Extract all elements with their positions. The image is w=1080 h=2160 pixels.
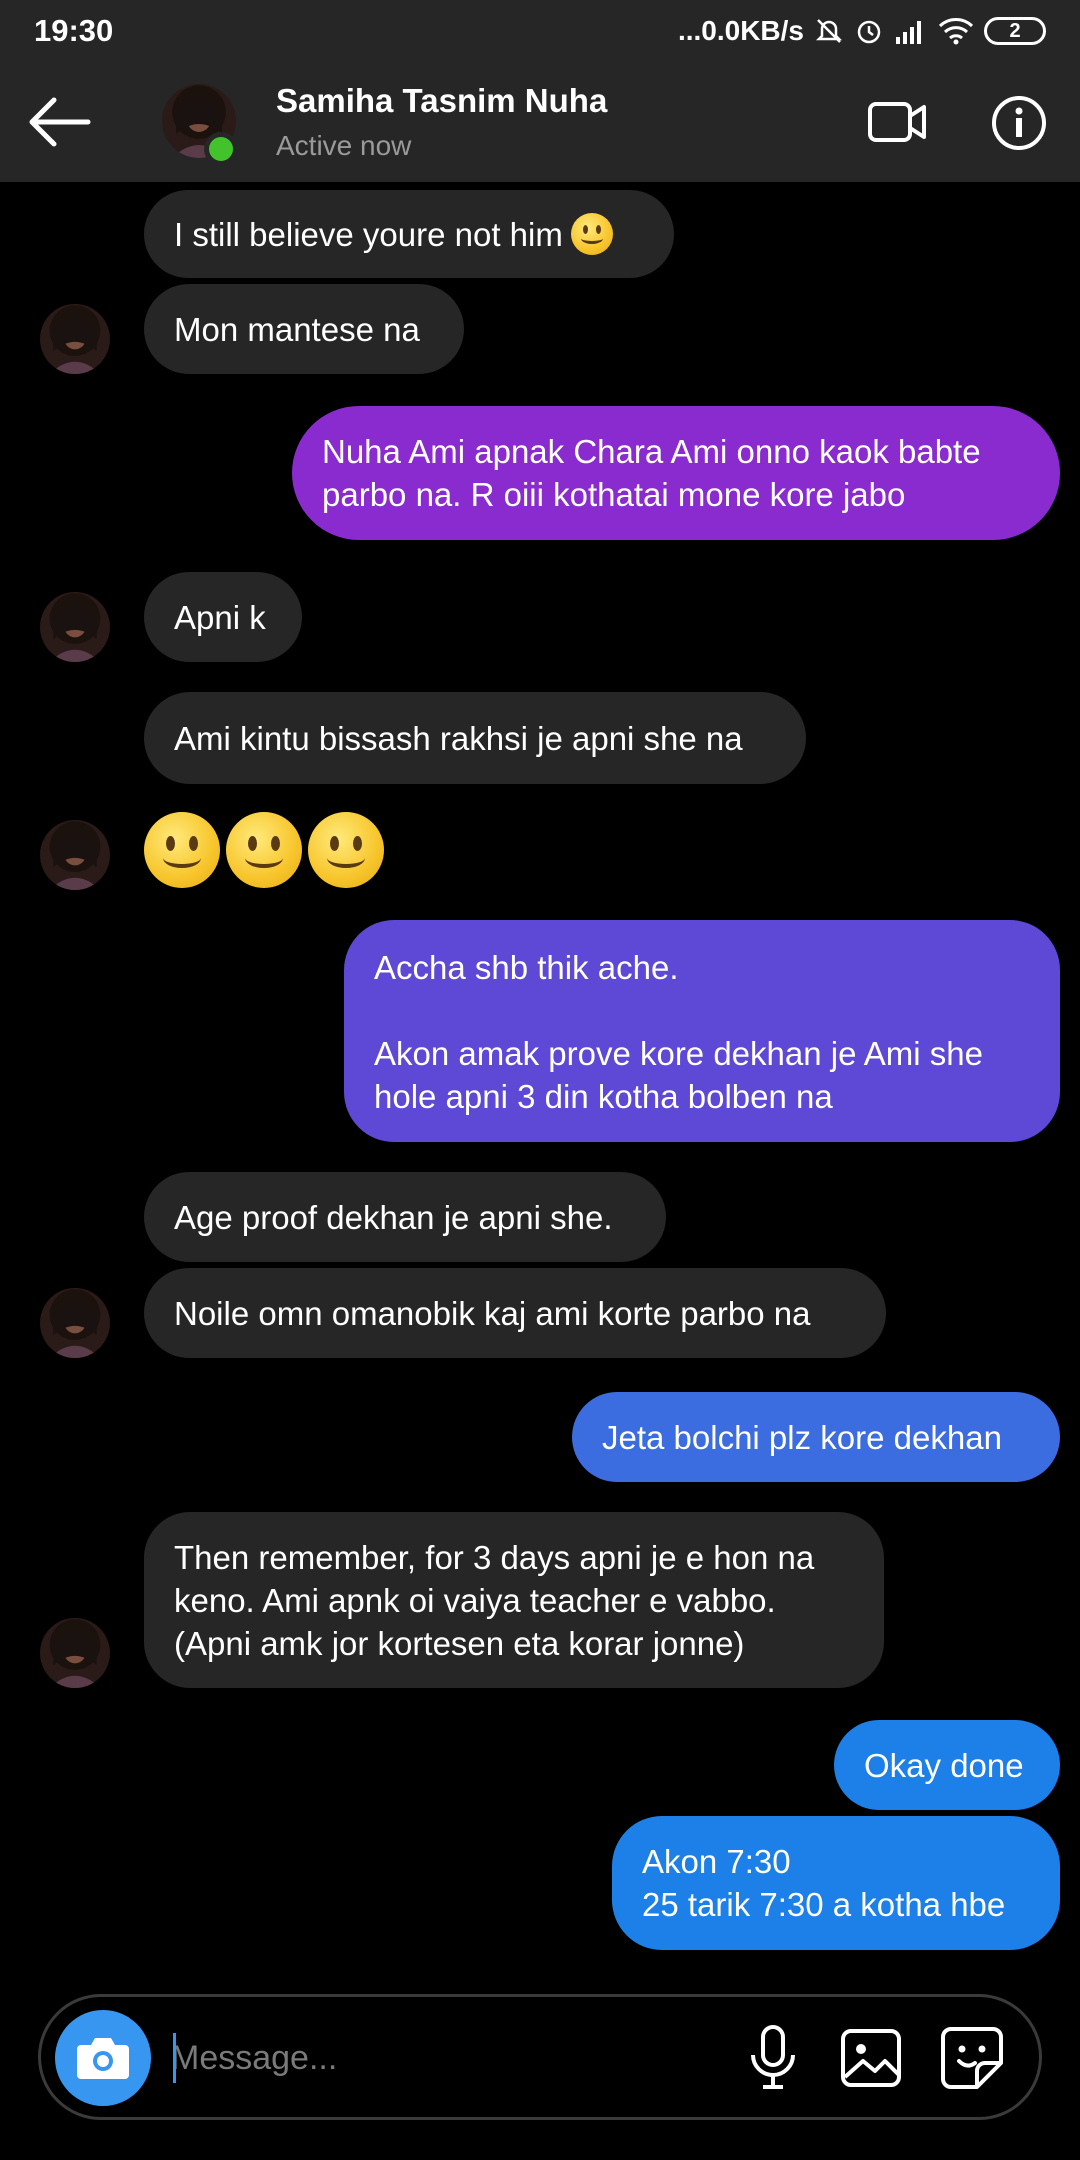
status-time: 19:30 bbox=[34, 13, 114, 48]
wifi-icon bbox=[938, 17, 974, 45]
message-text: Okay done bbox=[864, 1746, 1024, 1784]
message-text: Noile omn omanobik kaj ami korte parbo n… bbox=[174, 1294, 811, 1332]
back-arrow-icon[interactable] bbox=[28, 92, 92, 152]
message-text: Jeta bolchi plz kore dekhan bbox=[602, 1418, 1002, 1456]
message-text: Nuha Ami apnak Chara Ami onno kaok babte… bbox=[322, 433, 981, 513]
message-text: Then remember, for 3 days apni je e hon … bbox=[174, 1538, 815, 1662]
status-bar: 19:30 ...0.0KB/s 2 bbox=[0, 0, 1080, 62]
message-composer bbox=[38, 1994, 1042, 2120]
avatar[interactable] bbox=[40, 592, 110, 662]
message-text: Age proof dekhan je apni she. bbox=[174, 1198, 613, 1236]
slightly-smiling-face-icon bbox=[226, 812, 302, 888]
message-text: Ami kintu bissash rakhsi je apni she na bbox=[174, 719, 743, 757]
message-text: I still believe youre not him bbox=[174, 215, 563, 253]
avatar[interactable] bbox=[40, 1618, 110, 1688]
avatar[interactable] bbox=[40, 820, 110, 890]
sent-message[interactable]: Akon 7:30 25 tarik 7:30 a kotha hbe bbox=[612, 1816, 1060, 1950]
received-message[interactable]: Noile omn omanobik kaj ami korte parbo n… bbox=[144, 1268, 886, 1358]
slightly-smiling-face-icon bbox=[570, 213, 613, 255]
slightly-smiling-face-icon bbox=[308, 812, 384, 888]
signal-icon bbox=[894, 17, 928, 45]
gallery-icon[interactable] bbox=[837, 2023, 907, 2093]
sticker-icon[interactable] bbox=[937, 2023, 1007, 2093]
message-text: Akon 7:30 25 tarik 7:30 a kotha hbe bbox=[642, 1843, 1006, 1923]
slightly-smiling-face-icon bbox=[144, 812, 220, 888]
video-call-icon[interactable] bbox=[866, 92, 930, 152]
active-status: Active now bbox=[276, 130, 412, 161]
message-input[interactable] bbox=[171, 2027, 711, 2089]
info-icon[interactable] bbox=[990, 94, 1048, 152]
online-status-dot bbox=[204, 132, 238, 166]
message-text: Mon mantese na bbox=[174, 310, 420, 348]
camera-icon[interactable] bbox=[55, 2010, 151, 2106]
received-message[interactable]: Then remember, for 3 days apni je e hon … bbox=[144, 1512, 884, 1688]
received-message[interactable]: Age proof dekhan je apni she. bbox=[144, 1172, 666, 1262]
received-message[interactable]: Ami kintu bissash rakhsi je apni she na bbox=[144, 692, 806, 784]
mute-icon bbox=[814, 16, 844, 46]
received-message[interactable]: I still believe youre not him bbox=[144, 190, 674, 278]
sent-message[interactable]: Jeta bolchi plz kore dekhan bbox=[572, 1392, 1060, 1482]
microphone-icon[interactable] bbox=[741, 2023, 805, 2093]
sent-message[interactable]: Accha shb thik ache. Akon amak prove kor… bbox=[344, 920, 1060, 1142]
message-text: Accha shb thik ache. Akon amak prove kor… bbox=[374, 949, 984, 1115]
sent-message[interactable]: Nuha Ami apnak Chara Ami onno kaok babte… bbox=[292, 406, 1060, 540]
battery-icon: 2 bbox=[984, 17, 1046, 45]
avatar[interactable] bbox=[40, 304, 110, 374]
received-message[interactable]: Mon mantese na bbox=[144, 284, 464, 374]
contact-name[interactable]: Samiha Tasnim Nuha bbox=[276, 82, 607, 120]
network-speed: ...0.0KB/s bbox=[677, 15, 804, 46]
avatar[interactable] bbox=[40, 1288, 110, 1358]
received-message[interactable]: Apni k bbox=[144, 572, 302, 662]
sent-message[interactable]: Okay done bbox=[834, 1720, 1060, 1810]
alarm-icon bbox=[854, 16, 884, 46]
emoji-message[interactable] bbox=[144, 812, 384, 888]
text-cursor bbox=[173, 2033, 176, 2083]
message-text: Apni k bbox=[174, 598, 266, 636]
status-icons: ...0.0KB/s 2 bbox=[678, 15, 1046, 47]
chat-header: Samiha Tasnim Nuha Active now bbox=[0, 62, 1080, 182]
